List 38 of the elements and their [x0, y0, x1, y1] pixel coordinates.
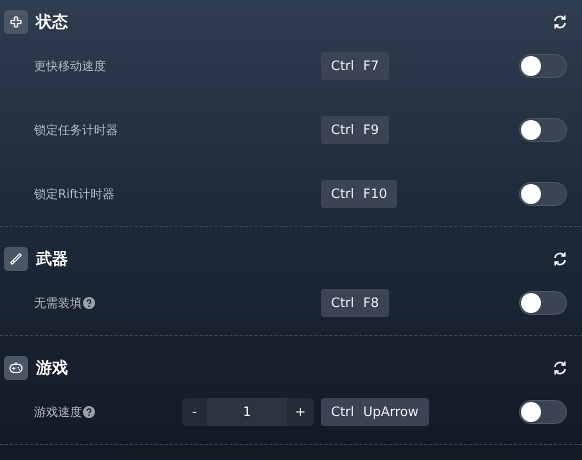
- key-label: Ctrl: [331, 404, 354, 420]
- toggle-switch[interactable]: [519, 182, 567, 206]
- key-label: Ctrl: [331, 58, 354, 74]
- number-field[interactable]: 1: [207, 398, 287, 426]
- section-title: 状态: [36, 12, 69, 32]
- toggle-switch[interactable]: [519, 291, 567, 315]
- setting-label: 锁定Rift计时器: [34, 186, 114, 202]
- key-label: F9: [363, 122, 379, 138]
- setting-label: 无需装填: [34, 294, 82, 312]
- hotkey-field[interactable]: Ctrl UpArrow: [321, 398, 429, 426]
- key-label: Ctrl: [331, 296, 354, 310]
- gamepad-icon: [4, 356, 28, 380]
- refresh-icon[interactable]: [552, 14, 568, 30]
- help-icon[interactable]: [83, 406, 95, 418]
- hotkey-field[interactable]: Ctrl F7: [321, 52, 389, 80]
- key-label: Ctrl: [331, 186, 354, 202]
- decrement-button[interactable]: -: [182, 398, 207, 426]
- setting-label: 游戏速度: [34, 404, 82, 420]
- section-title: 游戏: [36, 358, 69, 378]
- section-title: 武器: [36, 248, 69, 270]
- hotkey-field[interactable]: Ctrl F8: [321, 289, 389, 317]
- toggle-switch[interactable]: [519, 400, 567, 424]
- key-label: F8: [363, 296, 379, 310]
- increment-button[interactable]: +: [287, 398, 314, 426]
- refresh-icon[interactable]: [552, 360, 568, 376]
- toggle-switch[interactable]: [519, 118, 567, 142]
- setting-label: 锁定任务计时器: [34, 122, 118, 138]
- help-icon[interactable]: [83, 297, 95, 309]
- hotkey-field[interactable]: Ctrl F9: [321, 116, 389, 144]
- key-label: F10: [363, 186, 388, 202]
- refresh-icon[interactable]: [552, 251, 568, 267]
- key-label: Ctrl: [331, 122, 354, 138]
- toggle-switch[interactable]: [519, 54, 567, 78]
- key-label: UpArrow: [363, 404, 419, 420]
- key-label: F7: [363, 58, 379, 74]
- sword-icon: [4, 247, 28, 271]
- hotkey-field[interactable]: Ctrl F10: [321, 180, 398, 208]
- setting-label: 更快移动速度: [34, 58, 106, 74]
